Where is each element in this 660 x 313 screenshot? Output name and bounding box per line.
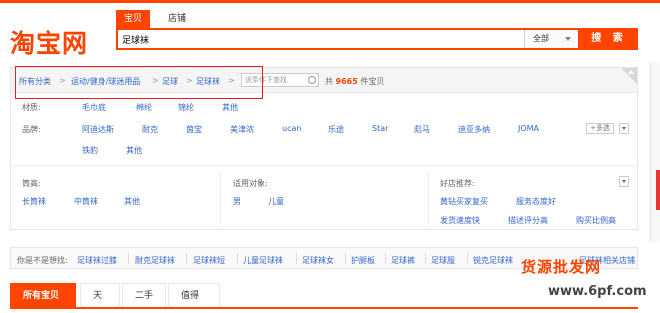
attr-brand-value[interactable]: 美津浓 (230, 124, 254, 135)
tab-worth-buying[interactable]: 值得买 (168, 283, 220, 307)
highlight-annotation (15, 66, 263, 99)
divider (385, 253, 386, 264)
attr-material-value[interactable]: 锦纶 (178, 102, 194, 113)
attr-brand-value[interactable]: JOMA (518, 124, 539, 133)
tab-secondhand[interactable]: 二手 (122, 283, 166, 307)
attr-target-value[interactable]: 儿童 (268, 196, 284, 207)
attr-brand-value[interactable]: 茵宝 (186, 124, 202, 135)
result-count: 共 9665 件宝贝 (325, 77, 385, 86)
page-edge-marker (656, 170, 660, 210)
shop-filter-value[interactable]: 黄钻买家复买 (440, 196, 488, 207)
related-search-item[interactable]: 足球袜短 (193, 255, 225, 266)
page-edge (650, 62, 660, 242)
attr-height-value[interactable]: 中筒袜 (74, 196, 98, 207)
top-accent-bar (0, 0, 660, 3)
related-search-item[interactable]: 足球袜过膝 (77, 255, 117, 266)
attr-brand-value[interactable]: 乐途 (328, 124, 344, 135)
chevron-up-icon (628, 70, 634, 74)
search-scope-label: 全部 (533, 34, 549, 43)
multi-select-button[interactable]: +多选 (586, 123, 614, 134)
related-search-item[interactable]: 锐克足球袜 (473, 255, 513, 266)
shop-filter-value[interactable]: 描述评分高 (508, 215, 548, 226)
tab-shops[interactable]: 店铺 (160, 10, 194, 28)
related-search-item[interactable]: 足球袜女 (302, 255, 334, 266)
related-search-item[interactable]: 足球服 (431, 255, 455, 266)
related-search-item[interactable]: 耐克足球袜 (135, 255, 175, 266)
attr-brand-value[interactable]: 耐克 (142, 124, 158, 135)
chevron-down-icon (565, 37, 571, 41)
attr-label-brand: 品牌: (22, 125, 41, 134)
watermark-url: www.6pf.com (548, 284, 647, 299)
chevron-down-icon (622, 180, 626, 183)
divider (425, 253, 426, 264)
attr-label-target: 适用对象: (233, 179, 268, 188)
attr-target-value[interactable]: 男 (233, 196, 241, 207)
related-search-item[interactable]: 护腿板 (351, 255, 375, 266)
divider (128, 253, 129, 264)
attr-height-value[interactable]: 长筒袜 (22, 196, 46, 207)
attr-material-value[interactable]: 毛巾底 (82, 102, 106, 113)
related-search-item[interactable]: 儿童足球袜 (243, 255, 283, 266)
attr-brand-value[interactable]: 迪亚多纳 (458, 124, 490, 135)
attr-brand-value[interactable]: ucan (282, 124, 301, 133)
related-search-item[interactable]: 足球裤 (391, 255, 415, 266)
tab-all-items[interactable]: 所有宝贝 (10, 283, 76, 307)
tab-items[interactable]: 宝贝 (116, 10, 151, 28)
divider (428, 172, 429, 226)
divider (237, 253, 238, 264)
divider (467, 253, 468, 264)
attr-brand-value[interactable]: 阿迪达斯 (82, 124, 114, 135)
attr-brand-value[interactable]: Star (372, 124, 388, 133)
search-input[interactable] (122, 31, 522, 47)
shop-filter-value[interactable]: 发货速度快 (440, 215, 480, 226)
tab-tmall[interactable]: 天猫 (80, 283, 120, 307)
search-button[interactable]: 搜 索 (580, 28, 638, 50)
search-box: 全部 (116, 28, 580, 50)
attr-brand-value[interactable]: 其他 (126, 145, 142, 156)
attr-height-value[interactable]: 其他 (124, 196, 140, 207)
attr-label-shops: 好店推荐: (440, 179, 475, 188)
shop-filter-value[interactable]: 服务态度好 (516, 196, 556, 207)
search-icon[interactable] (308, 76, 316, 84)
divider (345, 253, 346, 264)
attr-label-height: 筒高: (22, 179, 41, 188)
attr-label-material: 材质: (22, 103, 41, 112)
divider (296, 253, 297, 264)
attr-material-value[interactable]: 其他 (222, 102, 238, 113)
divider (10, 165, 638, 166)
chevron-down-icon (622, 127, 626, 130)
search-scope-select[interactable]: 全部 (524, 30, 578, 48)
attr-brand-value[interactable]: 铁豹 (82, 145, 98, 156)
result-tabs: 所有宝贝 天猫 二手 值得买 (10, 283, 638, 309)
shop-filter-value[interactable]: 购买比例高 (576, 215, 616, 226)
taobao-logo[interactable]: 淘宝网 (10, 24, 88, 60)
divider (220, 172, 221, 226)
watermark-text: 货源批发网 (521, 258, 602, 276)
shops-expand-button[interactable] (619, 176, 629, 187)
brand-expand-button[interactable] (619, 123, 629, 134)
attr-material-value[interactable]: 棉纶 (136, 102, 152, 113)
related-search-label: 你是不是想找: (17, 256, 68, 265)
attr-brand-value[interactable]: 彪马 (414, 124, 430, 135)
divider (186, 253, 187, 264)
